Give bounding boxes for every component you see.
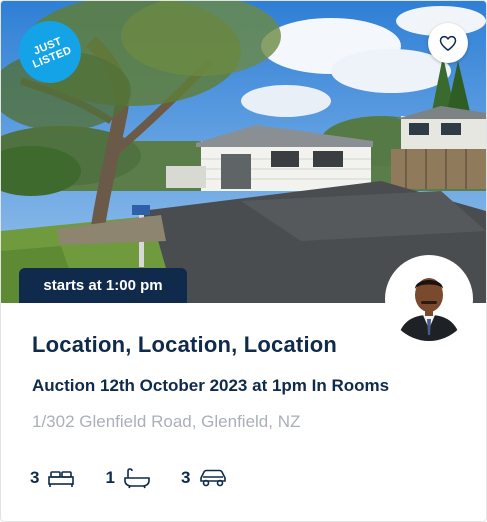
favorite-button[interactable] <box>428 23 468 63</box>
listing-card[interactable]: JUST LISTED starts at 1:00 pm Location, … <box>0 0 487 522</box>
bathrooms-count: 1 <box>105 468 115 487</box>
auction-info: Auction 12th October 2023 at 1pm In Room… <box>32 376 390 395</box>
bath-icon <box>124 468 150 489</box>
bedrooms-count: 3 <box>30 468 40 487</box>
listing-address: 1/302 Glenfield Road, Glenfield, NZ <box>32 412 301 431</box>
property-features: 3 1 3 <box>30 467 258 489</box>
parking-count: 3 <box>180 468 191 487</box>
agent-avatar[interactable] <box>387 257 471 341</box>
heart-icon <box>439 35 457 51</box>
bed-icon <box>48 471 75 487</box>
start-time-label: starts at 1:00 pm <box>19 268 187 303</box>
car-icon <box>200 469 227 487</box>
bathrooms-feature: 1 <box>105 467 150 489</box>
listing-title[interactable]: Location, Location, Location <box>32 332 337 358</box>
parking-feature: 3 <box>181 468 228 488</box>
bedrooms-feature: 3 <box>30 468 75 488</box>
